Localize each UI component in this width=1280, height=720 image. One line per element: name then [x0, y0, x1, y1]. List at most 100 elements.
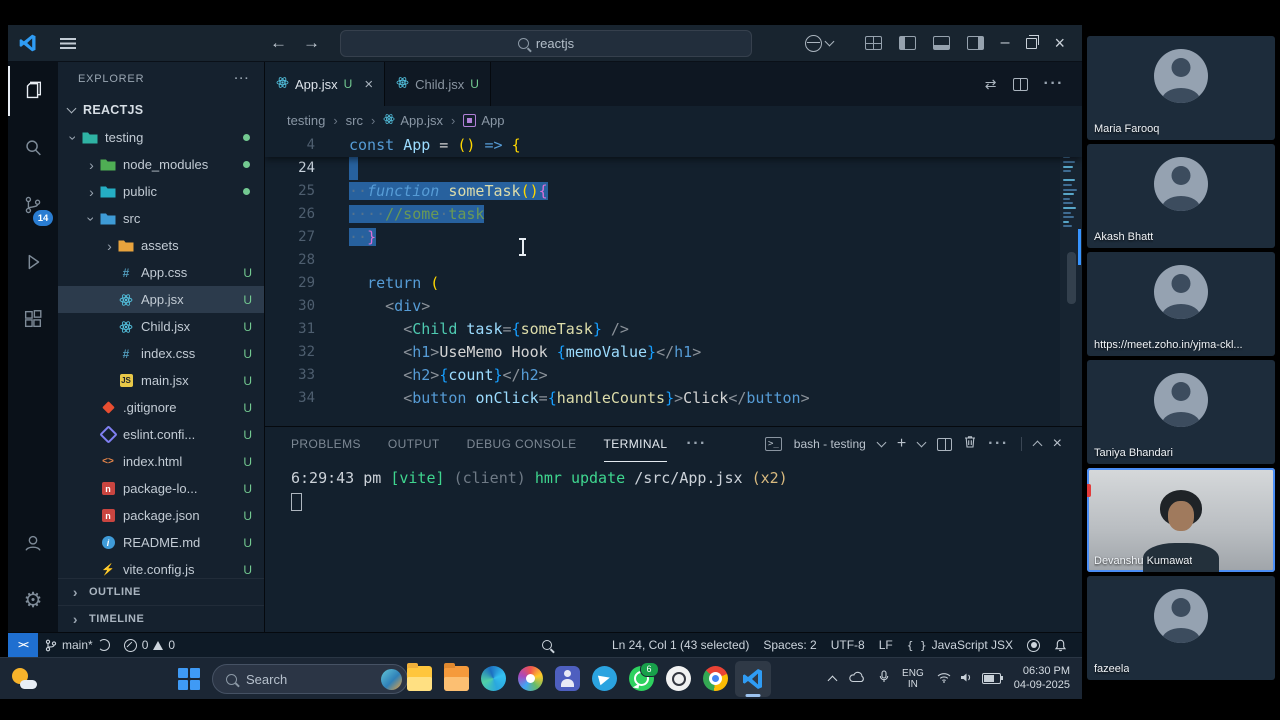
run-debug-icon[interactable] [8, 237, 58, 287]
folder-public[interactable]: › public [58, 178, 264, 205]
encoding[interactable]: UTF-8 [824, 633, 872, 657]
code-line[interactable]: 34 <button onClick={handleCounts}>Click<… [265, 387, 1082, 410]
toggle-sidebar-icon[interactable] [898, 36, 916, 50]
code-line[interactable]: 32 <h1>UseMemo Hook {memoValue}</h1> [265, 341, 1082, 364]
file-explorer-icon[interactable] [402, 661, 438, 697]
quick-settings[interactable] [937, 670, 1004, 688]
file-main.jsx[interactable]: JS main.jsx U [58, 367, 264, 394]
tab-Child.jsx[interactable]: Child.jsx U [385, 62, 491, 106]
menu-icon[interactable] [60, 37, 76, 49]
file-README.md[interactable]: i README.md U [58, 529, 264, 556]
eol[interactable]: LF [872, 633, 900, 657]
folder-assets[interactable]: › assets [58, 232, 264, 259]
problems-status[interactable]: 0 0 [117, 633, 182, 657]
indentation[interactable]: Spaces: 2 [756, 633, 823, 657]
file-index.html[interactable]: <> index.html U [58, 448, 264, 475]
explorer-icon[interactable] [8, 66, 58, 116]
code-line[interactable]: 31 <Child task={someTask} /> [265, 318, 1082, 341]
folder-testing[interactable]: › testing [58, 124, 264, 151]
taskbar-search[interactable]: Search [212, 664, 408, 694]
close-button[interactable]: × [1054, 33, 1065, 54]
mic-icon[interactable] [879, 669, 889, 688]
file-App.css[interactable]: # App.css U [58, 259, 264, 286]
file-package.json[interactable]: n package.json U [58, 502, 264, 529]
toggle-secondary-sidebar-icon[interactable] [966, 36, 984, 50]
restore-button[interactable] [1026, 34, 1040, 49]
code-line[interactable]: 26 ····//some·task [265, 203, 1082, 226]
participant-tile[interactable]: fazeela [1087, 576, 1275, 680]
split-terminal-icon[interactable] [937, 437, 953, 451]
chatgpt-icon[interactable] [661, 661, 697, 697]
file-package-lo...[interactable]: n package-lo... U [58, 475, 264, 502]
panel-tab-terminal[interactable]: TERMINAL [603, 427, 668, 462]
close-tab-icon[interactable]: × [364, 76, 373, 93]
participant-tile[interactable]: Taniya Bhandari [1087, 360, 1275, 464]
code-line[interactable]: 33 <h2>{count}</h2> [265, 364, 1082, 387]
participant-tile[interactable]: Devanshu Kumawat [1087, 468, 1275, 572]
sticky-line-row[interactable]: 4 const App = () => { [265, 134, 1082, 157]
explorer-actions-icon[interactable]: ··· [235, 73, 251, 85]
split-editor-icon[interactable] [1012, 77, 1028, 91]
extra-status-icon[interactable] [1020, 633, 1047, 657]
workspace-row[interactable]: REACTJS [58, 96, 264, 124]
section-timeline[interactable]: › TIMELINE [58, 605, 264, 632]
language-indicator[interactable]: ENG IN [902, 668, 924, 690]
forward-icon[interactable]: → [303, 33, 320, 53]
code-line[interactable]: 27 ··} [265, 226, 1082, 249]
terminal-more-icon[interactable]: ··· [988, 435, 1008, 453]
search-icon[interactable] [8, 123, 58, 173]
notifications-bell[interactable] [1047, 633, 1074, 657]
code-line[interactable]: 29 return ( [265, 272, 1082, 295]
editor-more-icon[interactable]: ··· [1044, 75, 1064, 93]
breadcrumb-src[interactable]: src [346, 113, 363, 128]
file-App.jsx[interactable]: App.jsx U [58, 286, 264, 313]
terminal-output[interactable]: 6:29:43 pm [vite] (client) hmr update /s… [265, 461, 1082, 511]
layout-grid-icon[interactable] [864, 36, 882, 50]
swap-icon[interactable]: ⇄ [985, 76, 997, 93]
chrome-icon[interactable] [698, 661, 734, 697]
panel-tab-output[interactable]: OUTPUT [388, 427, 440, 462]
code-line[interactable]: 28 [265, 249, 1082, 272]
breadcrumb-testing[interactable]: testing [287, 113, 325, 128]
section-outline[interactable]: › OUTLINE [58, 578, 264, 605]
file-.gitignore[interactable]: .gitignore U [58, 394, 264, 421]
branch-status[interactable]: main* [38, 633, 117, 657]
maximize-panel-icon[interactable] [1032, 440, 1043, 451]
source-control-icon[interactable]: 14 [8, 180, 58, 230]
tab-App.jsx[interactable]: App.jsx U × [265, 62, 386, 106]
telegram-icon[interactable] [587, 661, 623, 697]
code-line[interactable]: 24 [265, 157, 1082, 180]
editor-scrollbar[interactable] [1067, 252, 1076, 304]
onedrive-icon[interactable] [849, 670, 866, 688]
breadcrumb-App[interactable]: App [463, 113, 504, 128]
cursor-position[interactable]: Ln 24, Col 1 (43 selected) [605, 633, 756, 657]
code-line[interactable]: 30 <div> [265, 295, 1082, 318]
shell-dropdown-icon[interactable] [876, 437, 887, 448]
participant-tile[interactable]: Akash Bhatt [1087, 144, 1275, 248]
file-vite.config.js[interactable]: ⚡ vite.config.js U [58, 556, 264, 578]
account-icon[interactable] [8, 518, 58, 568]
file-eslint.confi...[interactable]: eslint.confi... U [58, 421, 264, 448]
participant-tile[interactable]: Maria Farooq [1087, 36, 1275, 140]
settings-icon[interactable]: ⚙ [8, 575, 58, 625]
clock[interactable]: 06:30 PM 04-09-2025 [1014, 665, 1070, 692]
photos-icon[interactable] [513, 661, 549, 697]
start-button[interactable] [177, 667, 201, 691]
edge-icon[interactable] [476, 661, 512, 697]
participant-tile[interactable]: https://meet.zoho.in/yjma-ckl... [1087, 252, 1275, 356]
whatsapp-icon[interactable]: 6 [624, 661, 660, 697]
folder-src[interactable]: › src [58, 205, 264, 232]
code-line[interactable]: 25 ··function someTask(){ [265, 180, 1082, 203]
command-center-search[interactable]: reactjs [340, 30, 752, 57]
breadcrumb-App.jsx[interactable]: App.jsx [383, 113, 443, 128]
vscode-icon[interactable] [734, 660, 771, 697]
toggle-panel-icon[interactable] [932, 36, 950, 50]
back-icon[interactable]: ← [270, 33, 287, 53]
folder-icon[interactable] [439, 661, 475, 697]
language-mode[interactable]: { } JavaScript JSX [900, 633, 1020, 657]
remote-indicator[interactable]: >< [8, 633, 38, 657]
folder-node_modules[interactable]: › node_modules [58, 151, 264, 178]
file-Child.jsx[interactable]: Child.jsx U [58, 313, 264, 340]
extensions-icon[interactable] [8, 294, 58, 344]
tray-chevron-icon[interactable] [827, 675, 838, 685]
